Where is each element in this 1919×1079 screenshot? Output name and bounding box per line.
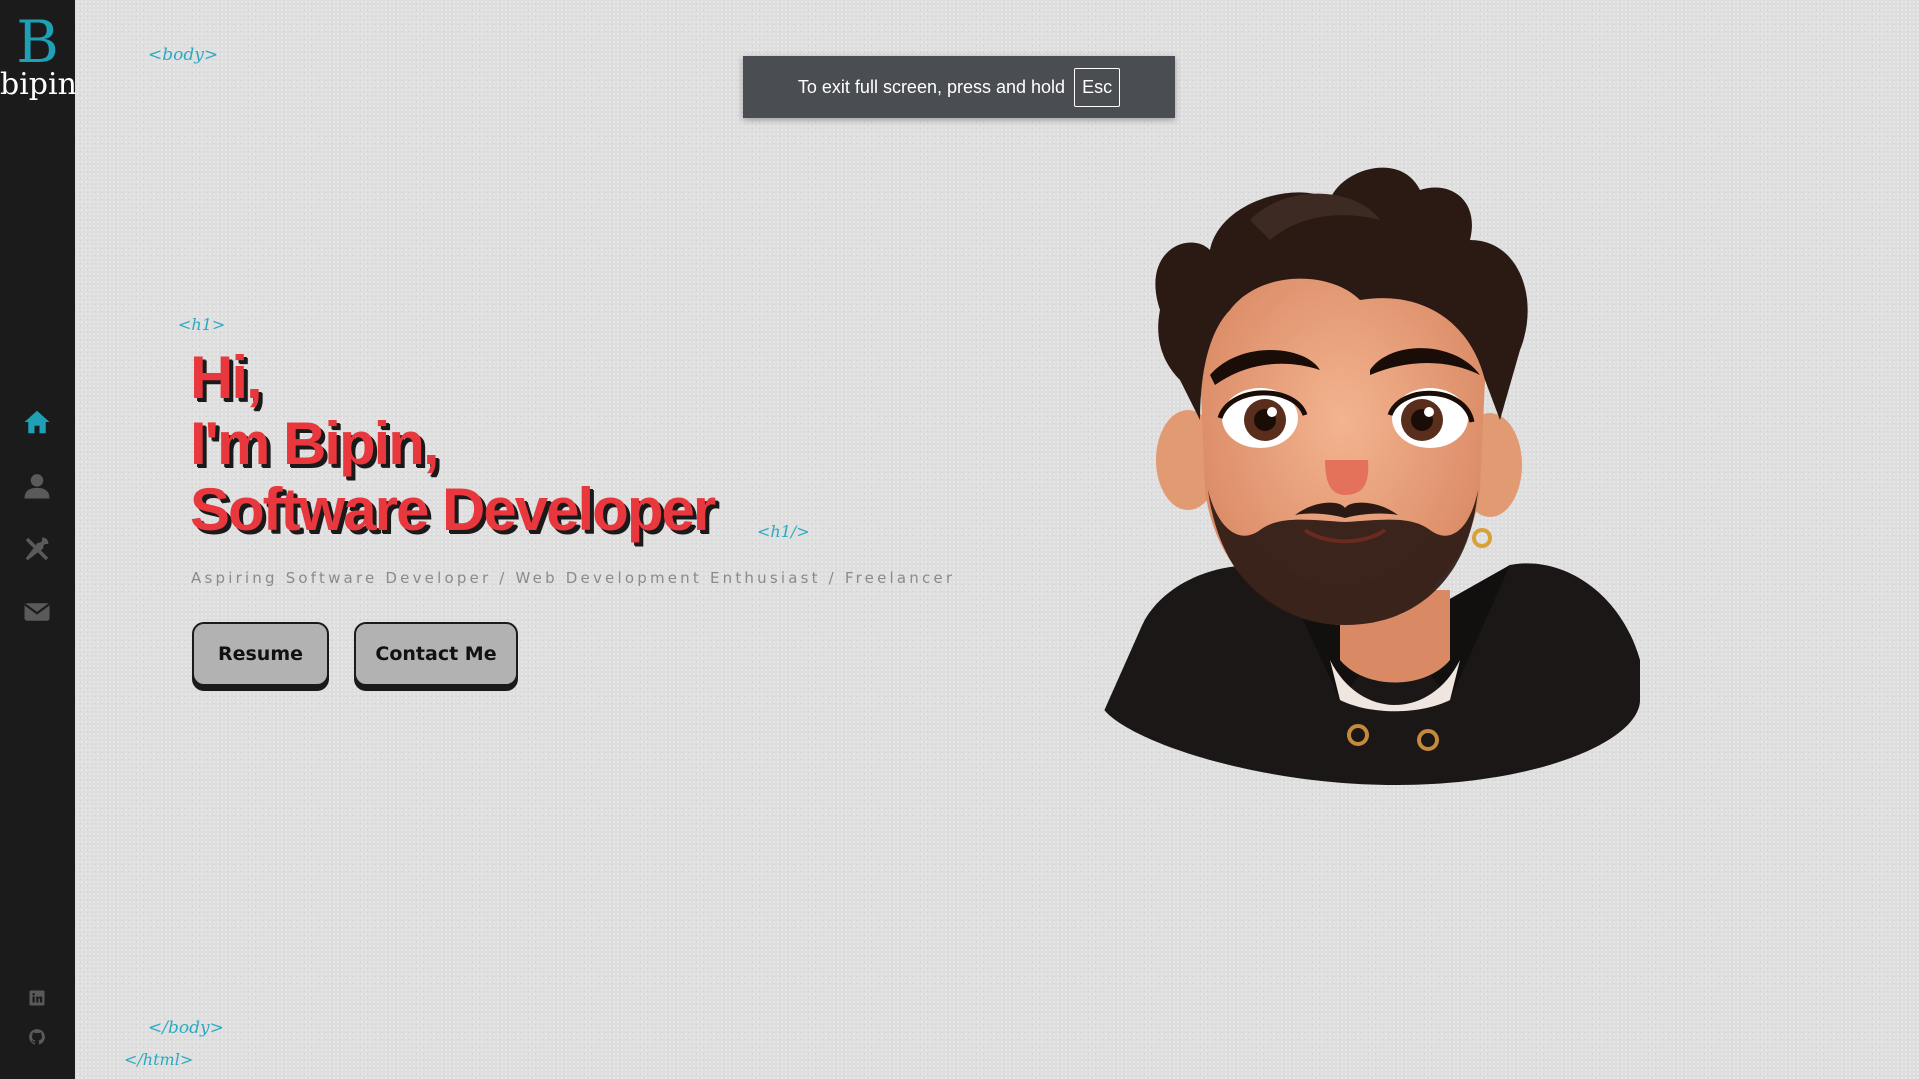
nav-item-contact[interactable] bbox=[20, 595, 54, 629]
user-icon bbox=[24, 474, 50, 499]
nav-item-skills[interactable] bbox=[20, 532, 54, 566]
linkedin-icon bbox=[29, 990, 45, 1006]
hero-line-greeting: Hi, bbox=[190, 344, 263, 411]
fullscreen-notice-text: To exit full screen, press and hold bbox=[797, 76, 1066, 97]
hero-line-role: Software Developer bbox=[190, 476, 716, 543]
resume-button[interactable]: Resume bbox=[192, 622, 329, 686]
avatar-illustration bbox=[1100, 167, 1640, 785]
hero-line-name: I'm Bipin, bbox=[190, 410, 440, 477]
code-tag-body-open: <body> bbox=[148, 45, 219, 65]
logo-name: bipin bbox=[0, 67, 77, 102]
hero-heading: Hi, I'm Bipin, Software Developer bbox=[190, 344, 716, 543]
code-tag-html-close: </html> bbox=[124, 1050, 194, 1069]
nav-item-home[interactable] bbox=[20, 405, 54, 439]
code-tag-h1-open: <h1> bbox=[178, 315, 226, 334]
nav-item-about[interactable] bbox=[20, 469, 54, 503]
envelope-icon bbox=[24, 603, 50, 621]
logo-letter: B bbox=[16, 8, 59, 76]
tools-icon bbox=[25, 537, 49, 561]
hero-subtitle: Aspiring Software Developer / Web Develo… bbox=[191, 569, 956, 587]
social-linkedin[interactable] bbox=[27, 988, 47, 1008]
github-icon bbox=[29, 1029, 45, 1045]
esc-key-badge: Esc bbox=[1074, 67, 1121, 107]
home-icon bbox=[24, 410, 50, 434]
contact-me-button[interactable]: Contact Me bbox=[354, 622, 518, 686]
logo[interactable]: B bipin bbox=[0, 8, 77, 102]
sidebar: B bipin bbox=[0, 0, 77, 1079]
code-tag-h1-close: <h1/> bbox=[757, 522, 810, 541]
fullscreen-notice: To exit full screen, press and hold Esc bbox=[743, 56, 1175, 118]
social-github[interactable] bbox=[27, 1027, 47, 1047]
code-tag-body-close: </body> bbox=[148, 1018, 224, 1038]
